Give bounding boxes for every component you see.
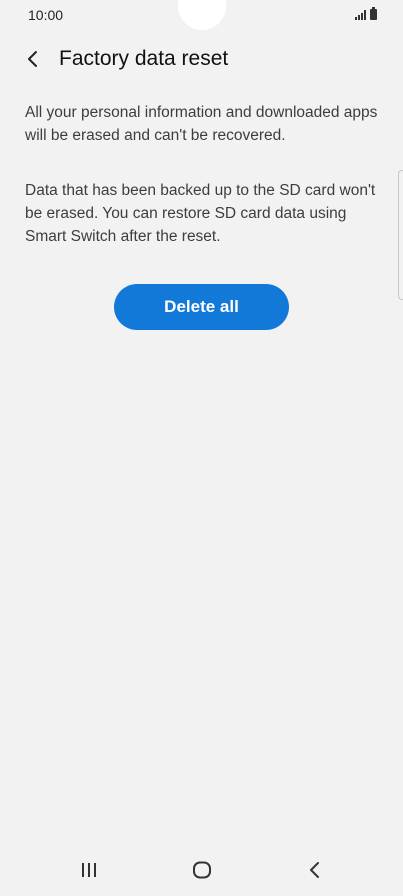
back-icon (310, 862, 319, 878)
page-title: Factory data reset (59, 47, 229, 70)
home-button[interactable] (182, 852, 222, 888)
nav-back-button[interactable] (295, 852, 335, 888)
scroll-indicator[interactable] (398, 170, 403, 300)
battery-icon (370, 7, 377, 20)
navigation-bar (0, 844, 403, 896)
erase-warning-text: All your personal information and downlo… (25, 104, 378, 144)
chevron-left-icon (28, 51, 37, 67)
back-button[interactable] (18, 44, 48, 74)
signal-icon (355, 10, 366, 20)
status-time: 10:00 (28, 7, 64, 23)
status-icons (355, 7, 377, 20)
delete-all-button[interactable]: Delete all (114, 284, 289, 330)
sd-card-info-text: Data that has been backed up to the SD c… (25, 182, 376, 245)
app-bar: Factory data reset (0, 38, 403, 80)
home-icon (193, 861, 211, 879)
recents-icon (82, 863, 96, 877)
camera-notch (178, 0, 226, 30)
recents-button[interactable] (69, 852, 109, 888)
status-bar: 10:00 (0, 0, 403, 32)
